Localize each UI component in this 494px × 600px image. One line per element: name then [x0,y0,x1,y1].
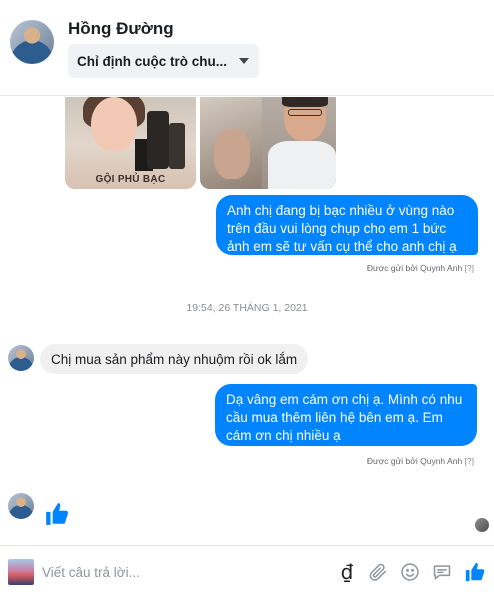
reply-input[interactable] [42,559,322,585]
sent-by-label: Được gửi bởi Quynh Anh [?] [367,456,474,466]
photo-decoration [288,109,322,116]
reply-composer: ₫ [0,545,494,600]
incoming-message[interactable]: Chị mua sản phẩm này nhuộm rồi ok lắm [40,344,309,374]
shared-image-product[interactable]: GỘI PHỦ BẠC [65,97,196,189]
attach-icon[interactable] [365,559,391,585]
seen-marker[interactable]: [?] [465,263,474,273]
contact-name[interactable]: Hồng Đường [68,19,174,39]
contact-avatar-small[interactable] [8,345,34,371]
currency-icon[interactable]: ₫ [334,559,360,585]
seen-marker[interactable]: [?] [465,456,474,466]
sent-by-name[interactable]: Quynh Anh [420,456,462,466]
conversation-header: Hồng Đường Chỉ định cuộc trò chu... [0,0,494,96]
photo-decoration [169,123,185,169]
photo-decoration [91,97,137,151]
assign-conversation-dropdown[interactable]: Chỉ định cuộc trò chu... [68,44,259,78]
sent-by-label: Được gửi bởi Quynh Anh [?] [367,263,474,273]
outgoing-message[interactable]: Dạ vâng em cám ơn chị ạ. Mình có nhu cầu… [215,384,477,446]
product-image-caption: GỘI PHỦ BẠC [95,174,166,185]
shared-image-customer[interactable] [200,97,336,189]
image-icon[interactable] [8,559,34,585]
photo-decoration [214,129,250,179]
contact-avatar-small[interactable] [8,493,34,519]
photo-decoration [147,111,169,169]
thumbs-up-icon [46,503,69,525]
contact-avatar[interactable] [10,20,54,64]
sent-by-name[interactable]: Quynh Anh [420,263,462,273]
photo-decoration [282,97,328,107]
read-receipt-avatar [475,518,489,532]
thumbs-up-icon[interactable] [462,559,488,585]
sent-by-prefix: Được gửi bởi [366,456,418,466]
message-thread[interactable]: GỘI PHỦ BẠC Anh chị đang bị bạc nhiều ở … [0,97,494,545]
message-timestamp: 19:54, 26 THÁNG 1, 2021 [186,302,308,314]
outgoing-message[interactable]: Anh chị đang bị bạc nhiều ở vùng nào trê… [216,195,478,255]
sent-by-prefix: Được gửi bởi [366,263,418,273]
photo-decoration [268,141,336,189]
sticker-chat-icon[interactable] [429,559,455,585]
emoji-icon[interactable] [397,559,423,585]
assign-conversation-label: Chỉ định cuộc trò chu... [77,53,227,69]
chevron-down-icon [239,58,249,64]
